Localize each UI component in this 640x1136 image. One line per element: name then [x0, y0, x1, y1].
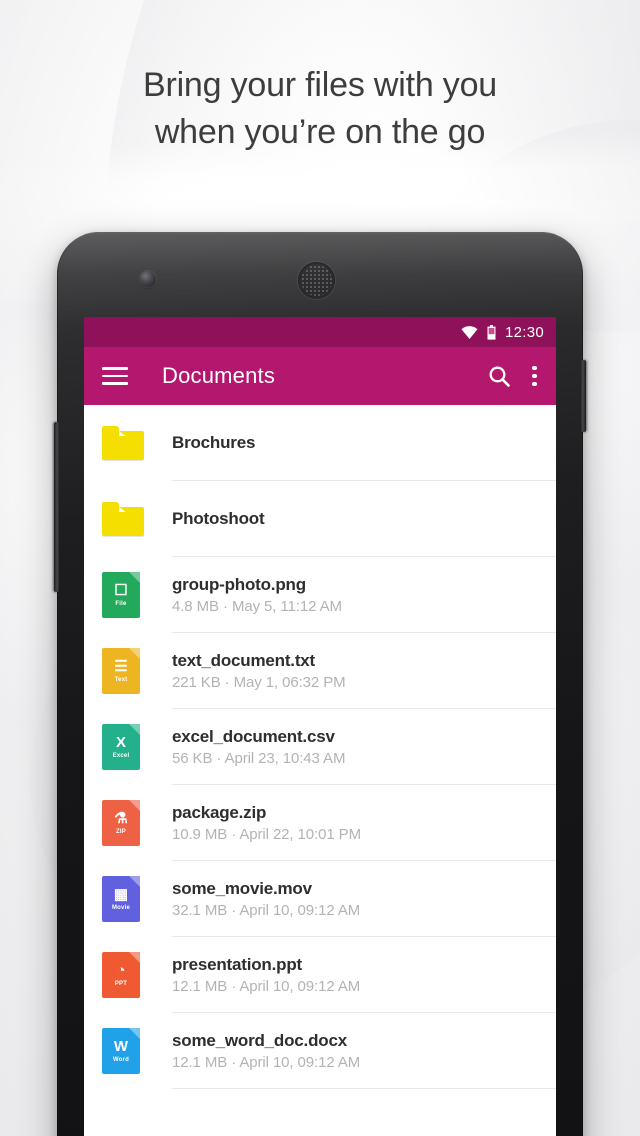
power-button[interactable]	[581, 360, 586, 432]
front-camera-icon	[140, 271, 156, 287]
file-list: Brochures Photoshoot ☐ File group-photo.png 4…	[84, 405, 556, 1089]
folder-icon	[102, 502, 144, 536]
list-item-meta: 12.1 MB · April 10, 09:12 AM	[172, 978, 361, 995]
list-item[interactable]: ▦ Movie some_movie.mov 32.1 MB · April 10, …	[84, 861, 556, 937]
file-type-tag: Excel	[112, 753, 130, 759]
app-bar: Documents	[84, 347, 556, 405]
file-icon-word: W Word	[102, 1028, 140, 1074]
volume-rocker-button[interactable]	[54, 422, 59, 592]
file-icon-powerpoint: ◔ PPT	[102, 952, 140, 998]
hamburger-menu-icon[interactable]	[102, 367, 128, 385]
promo-headline: Bring your files with you when you’re on…	[0, 62, 640, 156]
list-item-meta: 221 KB · May 1, 06:32 PM	[172, 674, 346, 691]
list-item-name: presentation.ppt	[172, 955, 302, 974]
list-item[interactable]: ☰ Text text_document.txt 221 KB · May 1, 06…	[84, 633, 556, 709]
file-type-tag: ZIP	[116, 829, 126, 835]
list-item-meta: 12.1 MB · April 10, 09:12 AM	[172, 1054, 361, 1071]
list-item-name: package.zip	[172, 803, 267, 822]
list-item-name: Brochures	[172, 433, 256, 452]
file-type-tag: Text	[114, 677, 128, 683]
file-icon-zip: ⚗ ZIP	[102, 800, 140, 846]
search-icon[interactable]	[487, 364, 512, 389]
status-bar-clock: 12:30	[504, 323, 544, 341]
list-item-name: some_movie.mov	[172, 879, 312, 898]
earpiece-speaker-icon	[298, 262, 335, 299]
list-item-meta: 10.9 MB · April 22, 10:01 PM	[172, 826, 361, 843]
file-type-tag: PPT	[114, 981, 128, 987]
list-item-name: text_document.txt	[172, 651, 316, 670]
phone-screen: 12:30 Documents Brochures Photoshoot ☐ File…	[84, 317, 556, 1136]
list-item[interactable]: ◔ PPT presentation.ppt 12.1 MB · April 10, …	[84, 937, 556, 1013]
status-bar: 12:30	[84, 317, 556, 347]
list-item-meta: 32.1 MB · April 10, 09:12 AM	[172, 902, 361, 919]
list-divider	[172, 1088, 556, 1089]
folder-icon	[102, 426, 144, 460]
file-icon-excel: X Excel	[102, 724, 140, 770]
overflow-menu-icon[interactable]	[532, 365, 537, 387]
file-type-tag: Word	[112, 1057, 130, 1063]
list-item-name: some_word_doc.docx	[172, 1031, 347, 1050]
list-item-name: group-photo.png	[172, 575, 306, 594]
battery-icon	[487, 324, 496, 340]
phone-device-mockup: 12:30 Documents Brochures Photoshoot ☐ File…	[54, 232, 586, 1136]
list-item[interactable]: X Excel excel_document.csv 56 KB · April 23…	[84, 709, 556, 785]
file-type-tag: File	[115, 601, 127, 607]
file-icon-movie: ▦ Movie	[102, 876, 140, 922]
wifi-icon	[461, 325, 478, 339]
page-title: Documents	[162, 363, 276, 388]
list-item-meta: 4.8 MB · May 5, 11:12 AM	[172, 598, 342, 615]
list-item[interactable]: Brochures	[84, 405, 556, 481]
file-type-tag: Movie	[111, 905, 130, 911]
list-item-name: Photoshoot	[172, 509, 265, 528]
list-item[interactable]: ☐ File group-photo.png 4.8 MB · May 5, 11:1…	[84, 557, 556, 633]
headline-line-2: when you’re on the go	[154, 113, 486, 151]
list-item[interactable]: W Word some_word_doc.docx 12.1 MB · April 1…	[84, 1013, 556, 1089]
file-icon-text: ☰ Text	[102, 648, 140, 694]
file-icon-image: ☐ File	[102, 572, 140, 618]
list-item[interactable]: ⚗ ZIP package.zip 10.9 MB · April 22, 10:01…	[84, 785, 556, 861]
list-item-name: excel_document.csv	[172, 727, 335, 746]
list-item[interactable]: Photoshoot	[84, 481, 556, 557]
list-item-meta: 56 KB · April 23, 10:43 AM	[172, 750, 346, 767]
headline-line-1: Bring your files with you	[142, 66, 498, 104]
